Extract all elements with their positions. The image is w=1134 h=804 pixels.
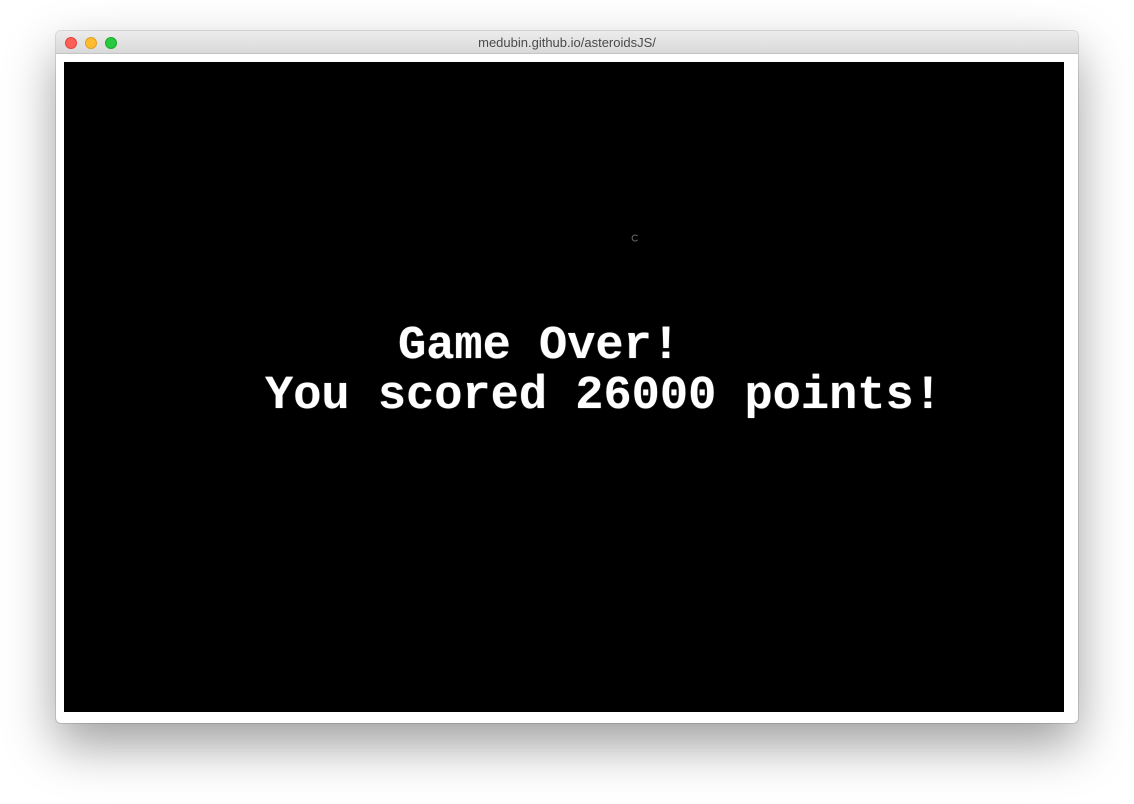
game-canvas[interactable]: Game Over! You scored 26000 points! bbox=[64, 62, 1064, 712]
game-over-text: Game Over! bbox=[398, 320, 681, 373]
title-bar[interactable]: medubin.github.io/asteroidsJS/ bbox=[56, 31, 1078, 54]
ship-icon bbox=[631, 234, 638, 242]
score-text: You scored 26000 points! bbox=[265, 370, 942, 423]
browser-window: medubin.github.io/asteroidsJS/ Game Over… bbox=[56, 31, 1078, 723]
window-title-url: medubin.github.io/asteroidsJS/ bbox=[478, 35, 656, 50]
